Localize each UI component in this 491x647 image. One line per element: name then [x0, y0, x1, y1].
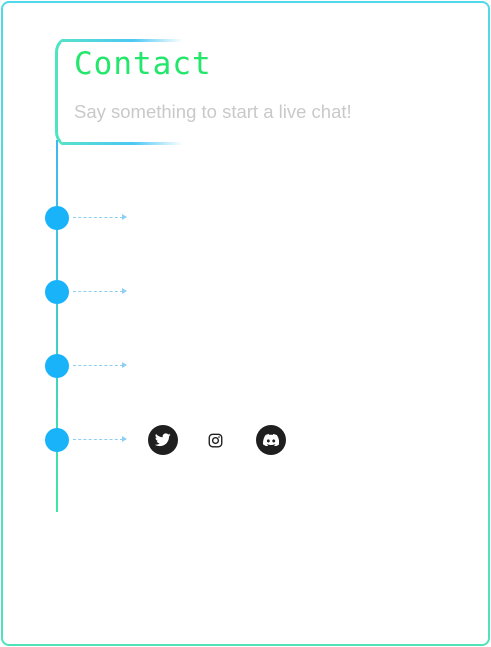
- dot-marker-icon: [45, 428, 69, 452]
- social-links: [148, 425, 308, 455]
- contact-title: Contact: [74, 46, 212, 82]
- dot-marker-icon: [45, 354, 69, 378]
- timeline-line: [56, 140, 58, 512]
- dashed-connector: [73, 217, 123, 218]
- dashed-connector: [73, 291, 123, 292]
- dot-marker-icon: [45, 280, 69, 304]
- instagram-icon: [208, 433, 222, 447]
- arrow-head-icon: [122, 362, 127, 368]
- discord-icon: [263, 434, 279, 446]
- arrow-head-icon: [122, 288, 127, 294]
- contact-subtitle: Say something to start a live chat!: [74, 101, 352, 122]
- instagram-link[interactable]: [200, 425, 230, 455]
- info-row: [45, 206, 305, 230]
- discord-link[interactable]: [256, 425, 286, 455]
- dashed-connector: [73, 365, 123, 366]
- dashed-connector: [73, 439, 123, 440]
- twitter-icon: [155, 433, 171, 447]
- dot-marker-icon: [45, 206, 69, 230]
- arrow-head-icon: [122, 436, 127, 442]
- twitter-link[interactable]: [148, 425, 178, 455]
- info-row: [45, 280, 305, 304]
- arrow-head-icon: [122, 214, 127, 220]
- info-row: [45, 354, 305, 378]
